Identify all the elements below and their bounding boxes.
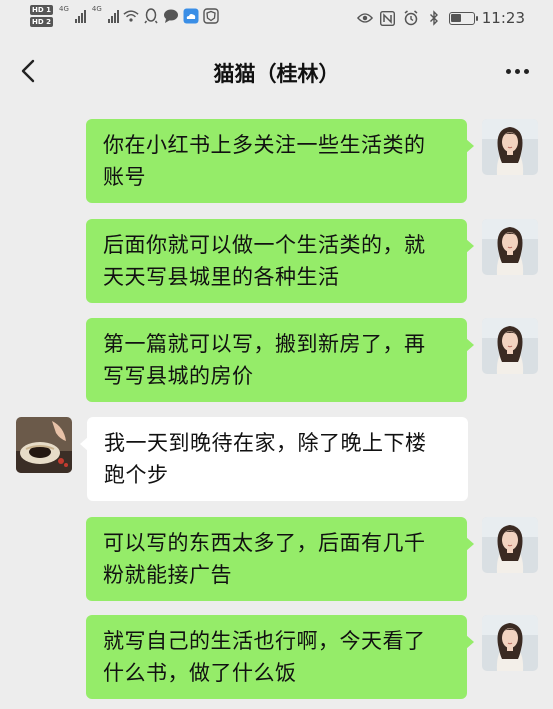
message-text-line: 我一天到晚待在家，除了晚上下楼: [104, 431, 427, 455]
status-left: HD 1 HD 2 4G 4G: [30, 5, 219, 27]
wifi-icon: [123, 8, 139, 24]
message-text-line: 天天写县城里的各种生活: [103, 265, 340, 289]
sim2-badge: HD 2: [30, 17, 53, 27]
self-avatar[interactable]: [482, 615, 538, 671]
message-bubble[interactable]: 我一天到晚待在家，除了晚上下楼 跑个步: [80, 417, 468, 501]
message-text-line: 后面你就可以做一个生活类的，就: [103, 233, 426, 257]
message-text-line: 写写县城的房价: [103, 364, 254, 388]
signal1-icon: [74, 9, 86, 23]
message-bubble[interactable]: 可以写的东西太多了，后面有几千 粉就能接广告: [86, 517, 474, 601]
self-avatar[interactable]: [482, 318, 538, 374]
message-text-line: 就写自己的生活也行啊，今天看了: [103, 629, 426, 653]
network2-label: 4G: [91, 5, 102, 13]
message-text-line: 第一篇就可以写，搬到新房了，再: [103, 332, 426, 356]
more-button[interactable]: [499, 58, 535, 84]
message-bubble[interactable]: 你在小红书上多关注一些生活类的 账号: [86, 119, 474, 203]
cloud-icon: [183, 8, 199, 24]
network1-label: 4G: [58, 5, 69, 13]
status-bar: HD 1 HD 2 4G 4G 11:23: [0, 0, 553, 40]
status-right: 11:23: [356, 9, 525, 27]
alarm-icon: [403, 10, 419, 26]
message-text-line: 跑个步: [104, 463, 169, 487]
chat-title: 猫猫（桂林）: [213, 62, 340, 86]
message-text-line: 粉就能接广告: [103, 563, 232, 587]
message-text-line: 可以写的东西太多了，后面有几千: [103, 531, 426, 555]
self-avatar[interactable]: [482, 119, 538, 175]
self-avatar[interactable]: [482, 219, 538, 275]
signal2-icon: [107, 9, 119, 23]
message-bubble[interactable]: 后面你就可以做一个生活类的，就 天天写县城里的各种生活: [86, 219, 474, 303]
sim-badges: HD 1 HD 2: [30, 5, 53, 27]
message-text-line: 账号: [103, 165, 146, 189]
more-dots-icon: [505, 68, 511, 74]
message-text-line: 你在小红书上多关注一些生活类的: [103, 133, 426, 157]
message-bubble[interactable]: 就写自己的生活也行啊，今天看了 什么书，做了什么饭: [86, 615, 474, 699]
nfc-icon: [380, 10, 396, 26]
chat-bubble-icon: [163, 8, 179, 24]
self-avatar[interactable]: [482, 517, 538, 573]
eye-icon: [356, 10, 373, 26]
qq-penguin-icon: [143, 8, 159, 24]
message-bubble[interactable]: 第一篇就可以写，搬到新房了，再 写写县城的房价: [86, 318, 474, 402]
bluetooth-icon: [426, 10, 442, 26]
shield-icon: [203, 8, 219, 24]
message-text-line: 什么书，做了什么饭: [103, 661, 297, 685]
chat-header: 猫猫（桂林）: [0, 44, 553, 100]
sim1-badge: HD 1: [30, 5, 53, 15]
battery-icon: [448, 11, 478, 25]
contact-avatar[interactable]: [16, 417, 72, 473]
battery-fill: [451, 14, 462, 22]
clock: 11:23: [481, 9, 525, 27]
